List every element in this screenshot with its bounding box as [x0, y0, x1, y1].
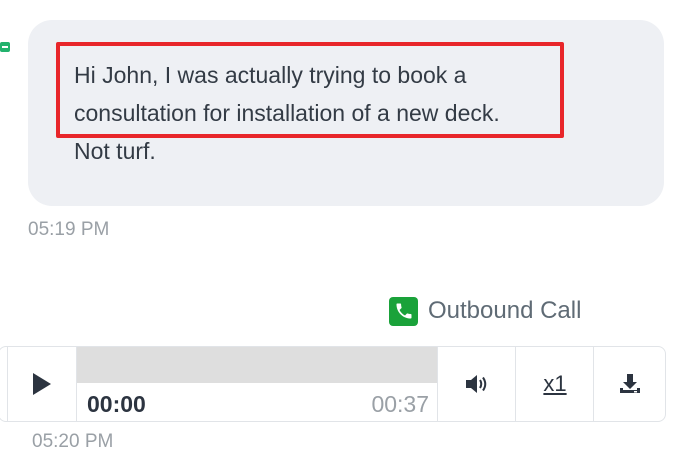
- note-marker-icon: [0, 42, 10, 52]
- audio-player: 00:00 00:37 x1: [0, 346, 666, 422]
- call-label: Outbound Call: [428, 297, 582, 324]
- phone-icon: [389, 296, 418, 326]
- playback-speed-button[interactable]: x1: [515, 347, 594, 421]
- progress-bar[interactable]: [77, 347, 437, 383]
- play-button[interactable]: [7, 347, 77, 421]
- download-icon: [620, 374, 640, 393]
- current-time: 00:00: [87, 391, 146, 417]
- play-icon: [33, 373, 51, 395]
- download-button[interactable]: [593, 347, 666, 421]
- audio-track[interactable]: 00:00 00:37: [77, 347, 437, 421]
- conversation-view: Hi John, I was actually trying to book a…: [0, 0, 684, 474]
- message-timestamp: 05:19 PM: [28, 219, 110, 240]
- highlight-box: [56, 42, 564, 138]
- volume-icon: [466, 375, 487, 393]
- outbound-call-header: Outbound Call: [389, 296, 581, 326]
- volume-button[interactable]: [437, 347, 516, 421]
- player-timestamp: 05:20 PM: [32, 431, 114, 452]
- total-time: 00:37: [371, 391, 429, 417]
